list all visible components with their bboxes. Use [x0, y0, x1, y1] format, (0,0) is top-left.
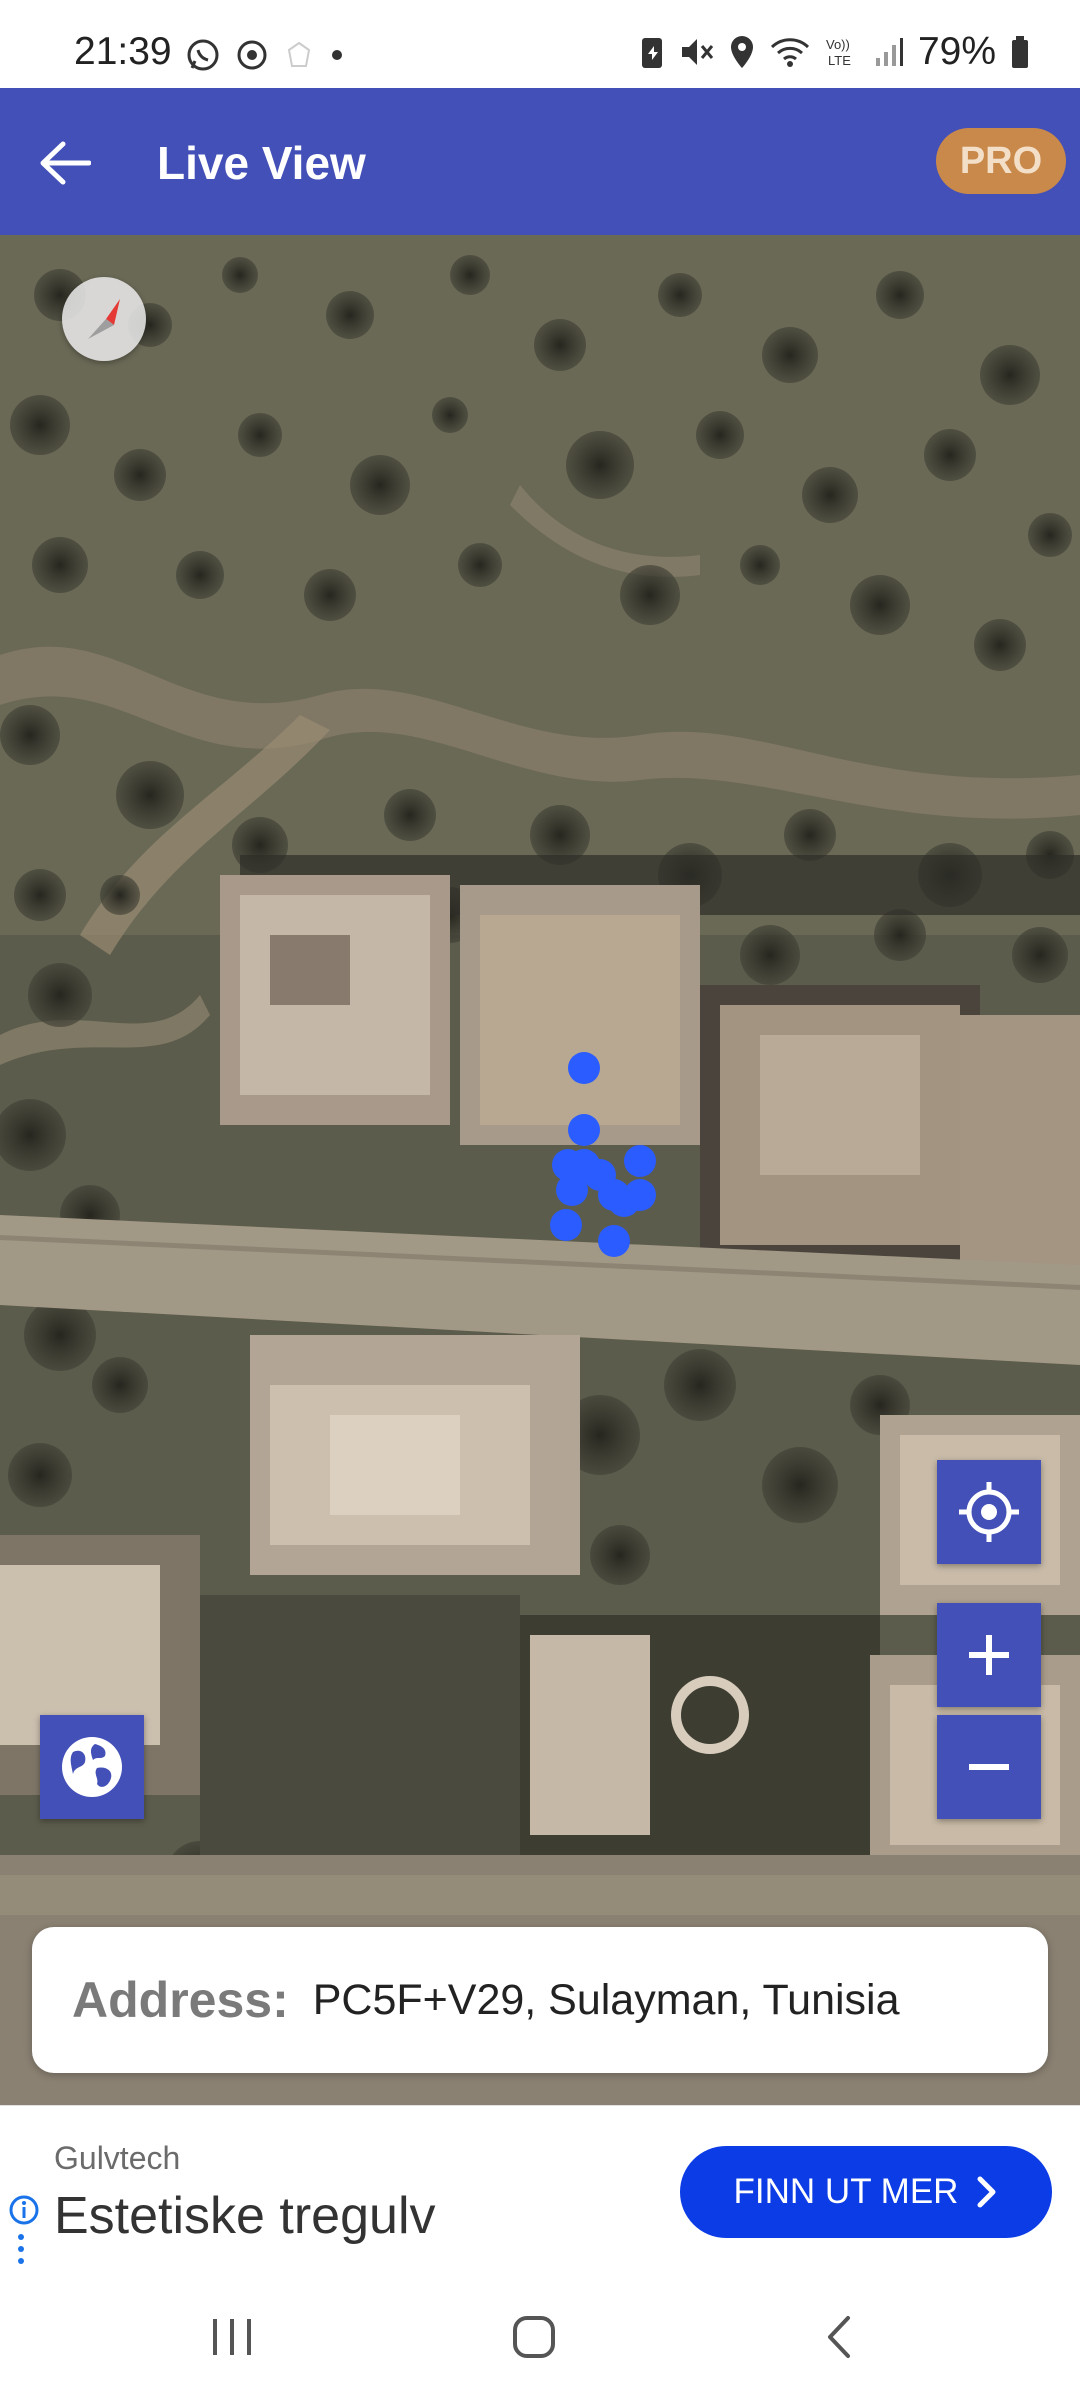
recents-button[interactable]: [192, 2307, 272, 2367]
address-card: Address: PC5F+V29, Sulayman, Tunisia: [32, 1927, 1048, 2073]
svg-text:LTE: LTE: [828, 53, 851, 68]
arrow-left-icon: [40, 141, 91, 185]
address-label: Address:: [72, 1972, 289, 2028]
satellite-map[interactable]: Address: PC5F+V29, Sulayman, Tunisia: [0, 235, 1080, 2105]
chevron-right-icon: [977, 2176, 996, 2208]
battery-icon: [1012, 36, 1028, 68]
system-navigation-bar: [0, 2273, 1080, 2400]
status-bar: 21:39 Vo)) LTE 79%: [0, 0, 1080, 88]
dot-icon: [332, 50, 342, 60]
wifi-icon: [770, 38, 809, 67]
back-chevron-icon: [828, 2316, 850, 2358]
home-button[interactable]: [494, 2307, 574, 2367]
plus-icon: [969, 1635, 1009, 1675]
system-back-button[interactable]: [798, 2307, 878, 2367]
home-icon: [513, 2316, 555, 2358]
notification-icon: [287, 41, 311, 67]
ad-advertiser: Gulvtech: [54, 2140, 181, 2176]
status-time: 21:39: [74, 30, 172, 73]
back-button[interactable]: [30, 128, 100, 198]
info-icon[interactable]: [8, 2194, 40, 2226]
ad-banner[interactable]: Gulvtech Estetiske tregulv FINN UT MER: [0, 2105, 1080, 2273]
battery-percentage: 79%: [917, 30, 996, 73]
compass-icon: [88, 299, 120, 339]
pro-button[interactable]: PRO: [936, 128, 1066, 194]
ad-headline[interactable]: Estetiske tregulv: [54, 2186, 436, 2246]
zoom-in-button[interactable]: [937, 1603, 1041, 1707]
recents-icon: [213, 2319, 251, 2355]
whatsapp-icon: [187, 39, 219, 71]
svg-text:Vo)): Vo)): [826, 37, 850, 52]
status-notification-icons: [186, 38, 344, 72]
signal-icon: [875, 38, 903, 66]
minus-icon: [969, 1764, 1009, 1770]
chrome-icon: [237, 40, 267, 70]
mute-icon: [681, 39, 714, 65]
battery-saver-icon: [641, 38, 662, 68]
crosshair-icon: [959, 1482, 1019, 1542]
compass-button[interactable]: [62, 277, 146, 361]
ad-cta-label: FINN UT MER: [733, 2172, 959, 2211]
satellite-imagery: [0, 235, 1080, 2105]
map-type-button[interactable]: [40, 1715, 144, 1819]
my-location-button[interactable]: [937, 1460, 1041, 1564]
volte-icon: Vo))LTE: [826, 37, 851, 68]
page-title: Live View: [157, 137, 366, 189]
address-value: PC5F+V29, Sulayman, Tunisia: [312, 1975, 900, 2024]
globe-icon: [62, 1737, 122, 1797]
app-bar: Live View PRO: [0, 88, 1080, 235]
ad-options-icon[interactable]: [18, 2234, 24, 2264]
location-icon: [730, 36, 753, 68]
ad-cta-button[interactable]: FINN UT MER: [680, 2146, 1052, 2238]
status-system-icons: Vo)) LTE 79%: [640, 30, 1030, 74]
zoom-out-button[interactable]: [937, 1715, 1041, 1819]
